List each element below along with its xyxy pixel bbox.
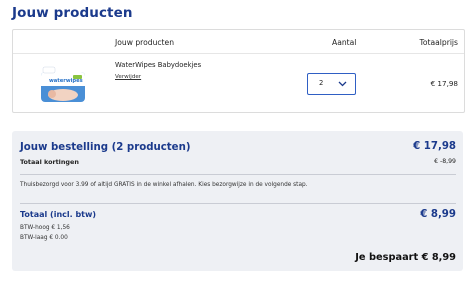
total-incl-label: Totaal (incl. btw) bbox=[20, 210, 97, 219]
order-total: € 17,98 bbox=[413, 141, 456, 152]
discount-label: Totaal kortingen bbox=[20, 158, 79, 166]
quantity-select[interactable]: 2 bbox=[307, 73, 356, 95]
total-incl-value: € 8,99 bbox=[420, 209, 456, 220]
quantity-value: 2 bbox=[319, 79, 324, 87]
discount-value: € -8,99 bbox=[434, 158, 456, 165]
order-title: Jouw bestelling (2 producten) bbox=[20, 142, 191, 153]
products-table: Jouw producten Aantal Totaalprijs waterw… bbox=[12, 29, 465, 113]
column-header-total: Totaalprijs bbox=[419, 38, 458, 47]
order-summary: Jouw bestelling (2 producten) € 17,98 To… bbox=[12, 131, 463, 271]
waterwipes-package-image[interactable]: waterwipes bbox=[40, 66, 86, 104]
svg-text:waterwipes: waterwipes bbox=[49, 78, 83, 84]
savings-text: Je bespaart € 8,99 bbox=[355, 252, 456, 263]
divider bbox=[20, 174, 456, 175]
line-price: € 17,98 bbox=[430, 79, 458, 88]
header-divider bbox=[13, 53, 464, 54]
delivery-note: Thuisbezorgd voor 3.99 of altijd GRATIS … bbox=[20, 182, 308, 188]
vat-high: BTW-hoog € 1,56 bbox=[20, 225, 70, 231]
vat-low: BTW-laag € 0.00 bbox=[20, 235, 68, 241]
column-header-quantity: Aantal bbox=[332, 38, 357, 47]
chevron-down-icon bbox=[338, 81, 347, 87]
column-header-product: Jouw producten bbox=[115, 38, 175, 47]
page-title: Jouw producten bbox=[12, 5, 133, 21]
divider bbox=[20, 203, 456, 204]
remove-link[interactable]: Verwijder bbox=[115, 74, 141, 80]
product-name[interactable]: WaterWipes Babydoekjes bbox=[115, 61, 201, 69]
